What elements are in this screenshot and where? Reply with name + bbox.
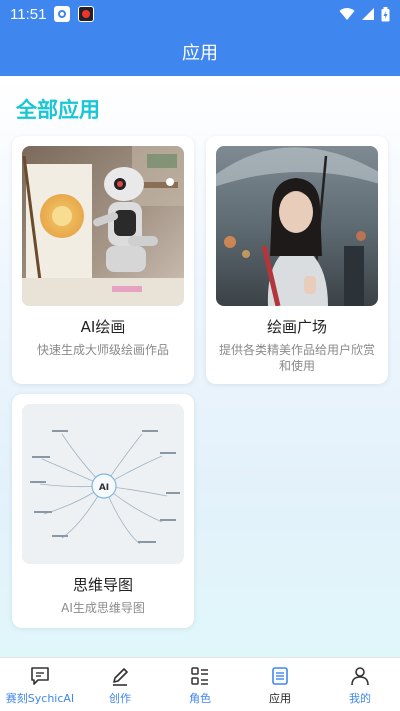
page-title: 应用 (182, 43, 218, 64)
nav-label: 角色 (189, 691, 211, 705)
card-title: 思维导图 (72, 576, 133, 594)
wifi-icon (339, 8, 355, 20)
roles-icon (191, 666, 208, 685)
app-card-painting-square[interactable]: 绘画广场 提供各类精美作品给用户欣赏和使用 (206, 136, 388, 384)
section-title: 全部应用 (16, 98, 100, 122)
painting-square-image (216, 146, 378, 306)
person-icon (351, 666, 369, 685)
nav-label: 赛刻SychicAI (5, 691, 75, 705)
card-description: AI生成思维导图 (61, 601, 145, 615)
ai-painting-image (22, 146, 184, 306)
main-content: 全部应用 AI绘画 快速生成大师级绘画作品 绘画广场 提供各类精美作品给用户欣赏… (0, 76, 400, 657)
notification-app-icon-2 (78, 6, 95, 22)
app-bar: 应用 (0, 28, 400, 76)
nav-item-apps[interactable]: 应用 (240, 658, 320, 711)
nav-label: 我的 (349, 691, 371, 705)
battery-icon (381, 6, 390, 21)
mind-map-image: AI (22, 404, 184, 564)
app-card-ai-painting[interactable]: AI绘画 快速生成大师级绘画作品 (12, 136, 194, 384)
notification-app-icon (54, 6, 71, 22)
nav-label: 创作 (109, 691, 131, 705)
nav-item-roles[interactable]: 角色 (160, 658, 240, 711)
signal-icon (362, 8, 374, 20)
card-description: 快速生成大师级绘画作品 (36, 343, 169, 357)
nav-item-create[interactable]: 创作 (80, 658, 160, 711)
status-bar: 11:51 (0, 0, 400, 28)
card-title: AI绘画 (80, 318, 126, 336)
bottom-nav: 赛刻SychicAI 创作 角色 应用 我的 (0, 657, 400, 711)
card-title: 绘画广场 (266, 318, 327, 336)
status-time: 11:51 (10, 5, 47, 23)
chat-icon (31, 666, 49, 685)
mind-map-center-label: AI (99, 483, 109, 493)
card-description: 提供各类精美作品给用户欣赏和使用 (218, 343, 375, 373)
apps-icon (272, 666, 288, 685)
pencil-icon (113, 667, 128, 686)
app-card-mind-map[interactable]: AI 思维导图 AI生成思维导图 (12, 394, 194, 628)
nav-item-home[interactable]: 赛刻SychicAI (0, 658, 80, 711)
nav-item-profile[interactable]: 我的 (320, 658, 400, 711)
nav-label: 应用 (269, 691, 291, 705)
